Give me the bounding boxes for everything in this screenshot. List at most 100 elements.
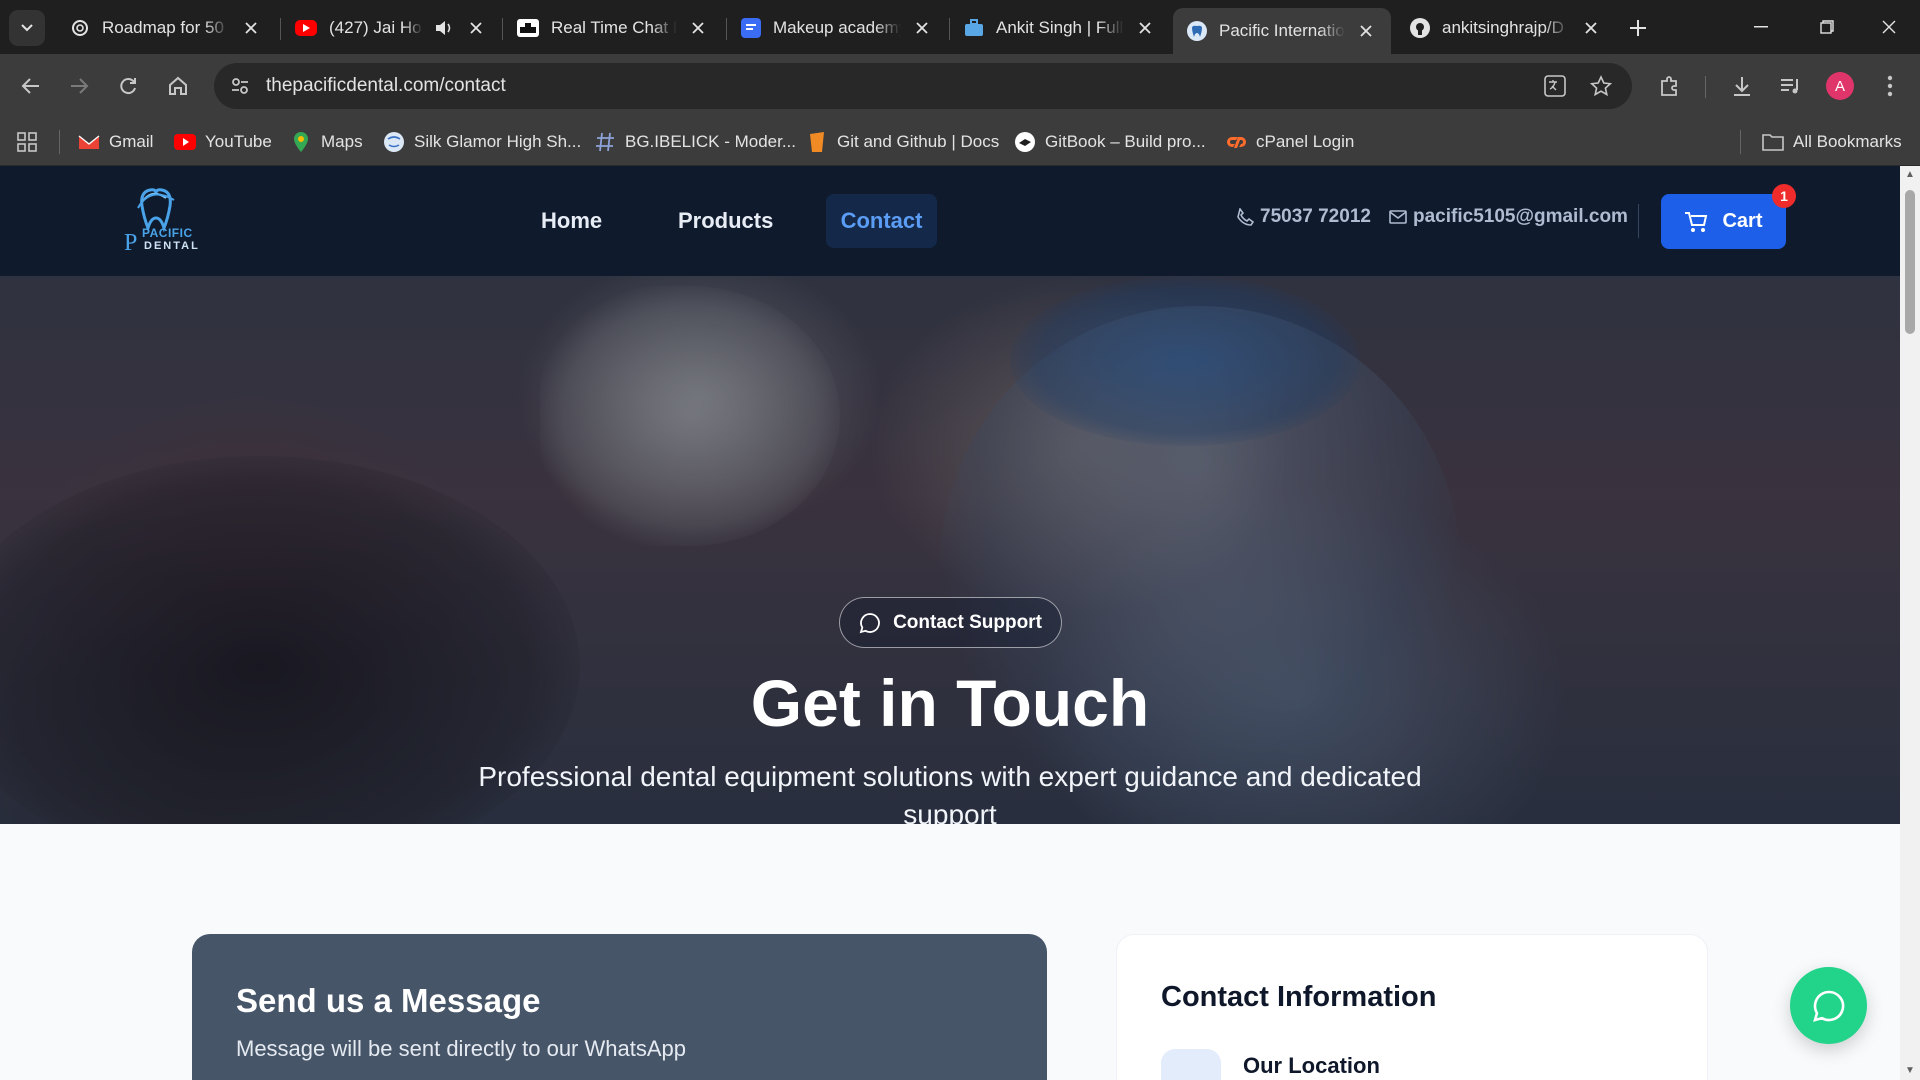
- nav-products[interactable]: Products: [662, 194, 789, 248]
- arrow-right-icon: [71, 78, 89, 94]
- back-button[interactable]: [13, 68, 49, 104]
- restore-icon: [1820, 20, 1834, 34]
- bookmark-gitbook[interactable]: GitBook – Build pro...: [1014, 130, 1206, 154]
- profile-button[interactable]: A: [1822, 68, 1858, 104]
- reload-button[interactable]: [110, 68, 146, 104]
- minimize-button[interactable]: [1730, 0, 1792, 54]
- bookmark-cpanel[interactable]: cPanel Login: [1225, 130, 1354, 154]
- close-icon[interactable]: [465, 17, 487, 39]
- all-bookmarks-button[interactable]: All Bookmarks: [1762, 130, 1902, 154]
- forward-button[interactable]: [61, 68, 97, 104]
- header-email[interactable]: pacific5105@gmail.com: [1389, 206, 1628, 228]
- close-icon[interactable]: [687, 17, 709, 39]
- phone-number: 75037 72012: [1260, 206, 1371, 227]
- close-icon[interactable]: [1580, 17, 1602, 39]
- cart-icon: [1685, 211, 1708, 232]
- address-bar[interactable]: thepacificdental.com/contact: [214, 63, 1632, 109]
- header-phone[interactable]: 75037 72012: [1236, 206, 1371, 228]
- phone-icon: [1237, 208, 1254, 226]
- url-text: thepacificdental.com/contact: [266, 75, 506, 96]
- bookmark-label: YouTube: [205, 132, 272, 151]
- whatsapp-chat-button[interactable]: [1790, 967, 1867, 1044]
- info-title: Contact Information: [1161, 981, 1437, 1013]
- browser-tab-bar: Roadmap for 50 | (427) Jai Ho S Real Tim…: [0, 0, 1920, 54]
- arrow-left-icon: [21, 78, 39, 94]
- close-icon[interactable]: [1134, 17, 1156, 39]
- translate-icon[interactable]: [1544, 75, 1566, 102]
- gmail-icon: [78, 131, 100, 153]
- hero-title: Get in Touch: [750, 666, 1150, 740]
- bookmark-label: Git and Github | Docs: [837, 132, 1000, 151]
- window-close-button[interactable]: [1858, 0, 1920, 54]
- star-icon[interactable]: [1589, 75, 1613, 102]
- avatar: A: [1826, 72, 1854, 100]
- email-address: pacific5105@gmail.com: [1413, 206, 1628, 227]
- bookmark-bg-ibelick[interactable]: BG.IBELICK - Moder...: [594, 130, 796, 154]
- reload-icon: [120, 78, 136, 95]
- all-bookmarks-label: All Bookmarks: [1793, 132, 1902, 151]
- tab-title: ankitsinghrajp/D: [1442, 18, 1564, 37]
- location-icon: [1161, 1049, 1221, 1080]
- speaker-icon[interactable]: [433, 17, 455, 39]
- playlist-icon: [1781, 79, 1798, 94]
- home-icon: [169, 76, 187, 95]
- plus-icon: [1630, 20, 1646, 36]
- bookmark-silk-glamor[interactable]: Silk Glamor High Sh...: [383, 130, 581, 154]
- scroll-up-arrow[interactable]: ▲: [1905, 170, 1915, 180]
- apps-button[interactable]: [16, 130, 47, 154]
- tab-title: Real Time Chat Pl: [551, 18, 677, 37]
- site-header: P PACIFIC DENTAL Home Products Contact 7…: [0, 166, 1900, 276]
- contact-support-label: Contact Support: [893, 611, 1042, 633]
- close-icon[interactable]: [1355, 20, 1377, 42]
- bookmark-git-docs[interactable]: Git and Github | Docs: [806, 130, 999, 154]
- new-tab-button[interactable]: [1622, 12, 1654, 44]
- kebab-menu-icon: [1887, 75, 1893, 97]
- tab-title: Ankit Singh | Full: [996, 18, 1124, 37]
- bookmark-maps[interactable]: Maps: [290, 130, 363, 154]
- forms-icon: [741, 18, 761, 38]
- puzzle-icon: [1661, 76, 1677, 96]
- download-icon: [1734, 77, 1750, 96]
- tab-0[interactable]: Roadmap for 50 |: [56, 8, 276, 48]
- tab-2[interactable]: Real Time Chat Pl: [503, 8, 723, 48]
- page-scrollbar[interactable]: ▲ ▼: [1900, 166, 1920, 1080]
- grid-icon: [16, 131, 38, 153]
- mail-icon: [1389, 210, 1407, 224]
- briefcase-icon: [964, 18, 984, 38]
- browser-menu-button[interactable]: [1872, 68, 1908, 104]
- site-info-icon[interactable]: [230, 76, 250, 101]
- logo-text-bottom: DENTAL: [144, 240, 200, 252]
- bookmark-label: GitBook – Build pro...: [1045, 132, 1206, 151]
- extensions-button[interactable]: [1652, 68, 1688, 104]
- restore-button[interactable]: [1796, 0, 1858, 54]
- tab-search-button[interactable]: [9, 10, 45, 46]
- home-button[interactable]: [160, 68, 196, 104]
- nav-home[interactable]: Home: [525, 194, 618, 248]
- logo-text-top: PACIFIC: [142, 226, 193, 240]
- close-icon[interactable]: [240, 17, 262, 39]
- chat-bubble-icon: [859, 612, 880, 633]
- bookmark-youtube[interactable]: YouTube: [174, 130, 272, 154]
- cart-button[interactable]: Cart: [1661, 194, 1786, 249]
- bookmark-label: Gmail: [109, 132, 154, 151]
- nav-contact[interactable]: Contact: [826, 194, 937, 248]
- docs-icon: [806, 131, 828, 153]
- maps-icon: [290, 131, 312, 153]
- tab-5-active[interactable]: Pacific Internatio: [1173, 8, 1391, 54]
- tab-6[interactable]: ankitsinghrajp/D: [1396, 8, 1616, 48]
- contact-support-badge[interactable]: Contact Support: [839, 597, 1062, 648]
- bookmark-gmail[interactable]: Gmail: [78, 130, 153, 154]
- downloads-button[interactable]: [1724, 68, 1760, 104]
- site-logo[interactable]: P PACIFIC DENTAL: [122, 180, 206, 264]
- tab-4[interactable]: Ankit Singh | Full: [950, 8, 1170, 48]
- media-control-button[interactable]: [1772, 68, 1808, 104]
- scrollbar-thumb[interactable]: [1905, 190, 1915, 334]
- tab-3[interactable]: Makeup academy: [727, 8, 947, 48]
- browser-toolbar: thepacificdental.com/contact A: [0, 54, 1920, 118]
- message-form-card: Send us a Message Message will be sent d…: [192, 934, 1047, 1080]
- scroll-down-arrow[interactable]: ▼: [1905, 1066, 1915, 1076]
- location-label: Our Location: [1243, 1053, 1380, 1078]
- tab-title: Pacific Internatio: [1219, 21, 1345, 40]
- tab-1[interactable]: (427) Jai Ho S: [281, 8, 501, 48]
- close-icon[interactable]: [911, 17, 933, 39]
